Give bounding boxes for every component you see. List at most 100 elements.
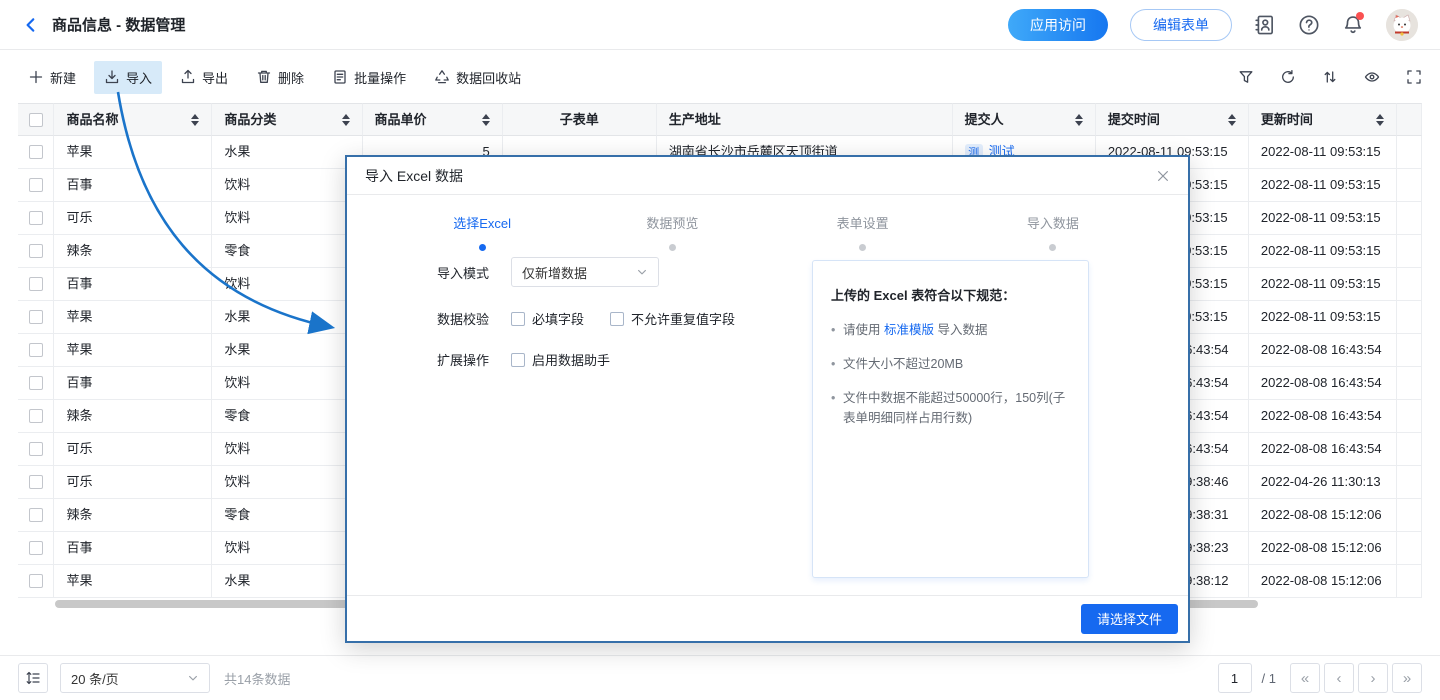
step-indicator: 选择Excel数据预览表单设置导入数据 xyxy=(347,195,1188,251)
choose-file-button[interactable]: 请选择文件 xyxy=(1081,604,1178,634)
row-checkbox[interactable] xyxy=(29,178,43,192)
row-checkbox[interactable] xyxy=(29,211,43,225)
step-dot xyxy=(479,244,486,251)
row-checkbox[interactable] xyxy=(29,244,43,258)
column-header-商品名称[interactable]: 商品名称 xyxy=(54,103,212,136)
cell-product-name: 苹果 xyxy=(54,301,212,334)
row-spacer xyxy=(1397,136,1422,169)
close-icon[interactable] xyxy=(1156,169,1170,183)
page-number-input[interactable] xyxy=(1218,663,1252,693)
sort-icon[interactable] xyxy=(1228,114,1236,126)
next-page-button[interactable]: › xyxy=(1358,663,1388,693)
sort-icon[interactable] xyxy=(342,114,350,126)
fullscreen-button[interactable] xyxy=(1406,69,1422,85)
row-checkbox[interactable] xyxy=(29,277,43,291)
visibility-button[interactable] xyxy=(1364,69,1380,85)
step-表单设置[interactable]: 表单设置 xyxy=(768,213,958,251)
extension-option-启用数据助手[interactable]: 启用数据助手 xyxy=(511,350,610,369)
checkbox-icon[interactable] xyxy=(511,312,525,326)
cell-update-time: 2022-08-11 09:53:15 xyxy=(1249,169,1397,202)
column-header-提交人[interactable]: 提交人 xyxy=(953,103,1096,136)
column-header-商品单价[interactable]: 商品单价 xyxy=(363,103,503,136)
refresh-button[interactable] xyxy=(1280,69,1296,85)
row-height-button[interactable] xyxy=(18,663,48,693)
toolbar-action-导入[interactable]: 导入 xyxy=(94,61,162,94)
cell-update-time: 2022-08-11 09:53:15 xyxy=(1249,235,1397,268)
sort-button[interactable] xyxy=(1322,69,1338,85)
modal-title: 导入 Excel 数据 xyxy=(365,166,463,186)
row-checkbox-cell xyxy=(18,136,54,169)
row-checkbox[interactable] xyxy=(29,508,43,522)
row-checkbox[interactable] xyxy=(29,310,43,324)
toolbar-action-导出[interactable]: 导出 xyxy=(170,61,238,94)
row-spacer xyxy=(1397,268,1422,301)
row-checkbox[interactable] xyxy=(29,409,43,423)
step-选择Excel[interactable]: 选择Excel xyxy=(387,213,577,251)
validation-option-必填字段[interactable]: 必填字段 xyxy=(511,309,584,328)
cell-update-time: 2022-08-08 15:12:06 xyxy=(1249,499,1397,532)
row-checkbox[interactable] xyxy=(29,475,43,489)
validation-option-不允许重复值字段[interactable]: 不允许重复值字段 xyxy=(610,309,735,328)
sort-icon[interactable] xyxy=(1075,114,1083,126)
row-spacer xyxy=(1397,202,1422,235)
filter-button[interactable] xyxy=(1238,69,1254,85)
row-checkbox[interactable] xyxy=(29,343,43,357)
toolbar-action-批量操作[interactable]: 批量操作 xyxy=(322,61,416,94)
sort-icon[interactable] xyxy=(1376,114,1384,126)
help-icon[interactable] xyxy=(1298,14,1320,36)
contacts-icon[interactable] xyxy=(1254,14,1276,36)
page-total-label: / 1 xyxy=(1262,671,1276,686)
cell-product-category: 饮料 xyxy=(212,202,362,235)
action-label: 新建 xyxy=(50,68,76,87)
step-数据预览[interactable]: 数据预览 xyxy=(577,213,767,251)
cell-product-category: 饮料 xyxy=(212,268,362,301)
cell-update-time: 2022-08-08 16:43:54 xyxy=(1249,334,1397,367)
column-header-生产地址: 生产地址 xyxy=(657,103,953,136)
table-header-row: 商品名称商品分类商品单价子表单生产地址提交人提交时间更新时间 xyxy=(18,103,1422,136)
row-checkbox[interactable] xyxy=(29,574,43,588)
checkbox-icon[interactable] xyxy=(511,353,525,367)
edit-form-button[interactable]: 编辑表单 xyxy=(1130,9,1232,41)
upload-rule: 文件大小不超过20MB xyxy=(831,354,1070,374)
checkbox-icon[interactable] xyxy=(610,312,624,326)
toolbar-action-新建[interactable]: 新建 xyxy=(18,61,86,94)
column-label: 商品名称 xyxy=(66,104,183,136)
header-checkbox-cell xyxy=(18,103,54,136)
select-all-checkbox[interactable] xyxy=(29,113,43,127)
page-size-value: 20 条/页 xyxy=(71,669,119,688)
row-spacer xyxy=(1397,499,1422,532)
cell-product-category: 零食 xyxy=(212,235,362,268)
row-checkbox-cell xyxy=(18,565,54,598)
page-size-select[interactable]: 20 条/页 xyxy=(60,663,210,693)
user-avatar[interactable] xyxy=(1386,9,1418,41)
column-header-提交时间[interactable]: 提交时间 xyxy=(1096,103,1249,136)
sort-icon[interactable] xyxy=(482,114,490,126)
toolbar-action-删除[interactable]: 删除 xyxy=(246,61,314,94)
row-checkbox[interactable] xyxy=(29,541,43,555)
last-page-button[interactable]: » xyxy=(1392,663,1422,693)
first-page-button[interactable]: « xyxy=(1290,663,1320,693)
column-header-更新时间[interactable]: 更新时间 xyxy=(1249,103,1397,136)
cell-update-time: 2022-08-08 16:43:54 xyxy=(1249,433,1397,466)
bell-icon[interactable] xyxy=(1342,14,1364,36)
sort-icon[interactable] xyxy=(191,114,199,126)
column-header-商品分类[interactable]: 商品分类 xyxy=(212,103,362,136)
app-access-button[interactable]: 应用访问 xyxy=(1008,9,1108,41)
row-checkbox[interactable] xyxy=(29,145,43,159)
step-导入数据[interactable]: 导入数据 xyxy=(958,213,1148,251)
step-dot xyxy=(859,244,866,251)
modal-header: 导入 Excel 数据 xyxy=(347,157,1188,195)
checkbox-label: 不允许重复值字段 xyxy=(631,309,735,328)
back-button[interactable] xyxy=(22,16,40,34)
row-checkbox[interactable] xyxy=(29,376,43,390)
prev-page-button[interactable]: ‹ xyxy=(1324,663,1354,693)
row-checkbox[interactable] xyxy=(29,442,43,456)
cell-product-category: 水果 xyxy=(212,565,362,598)
standard-template-link[interactable]: 标准模版 xyxy=(884,323,934,337)
row-checkbox-cell xyxy=(18,400,54,433)
header-spacer xyxy=(1397,103,1422,136)
rule-text: 请使用 xyxy=(843,323,884,337)
row-height-icon xyxy=(25,670,41,686)
toolbar-action-数据回收站[interactable]: 数据回收站 xyxy=(424,61,531,94)
import-mode-select[interactable]: 仅新增数据 xyxy=(511,257,659,287)
